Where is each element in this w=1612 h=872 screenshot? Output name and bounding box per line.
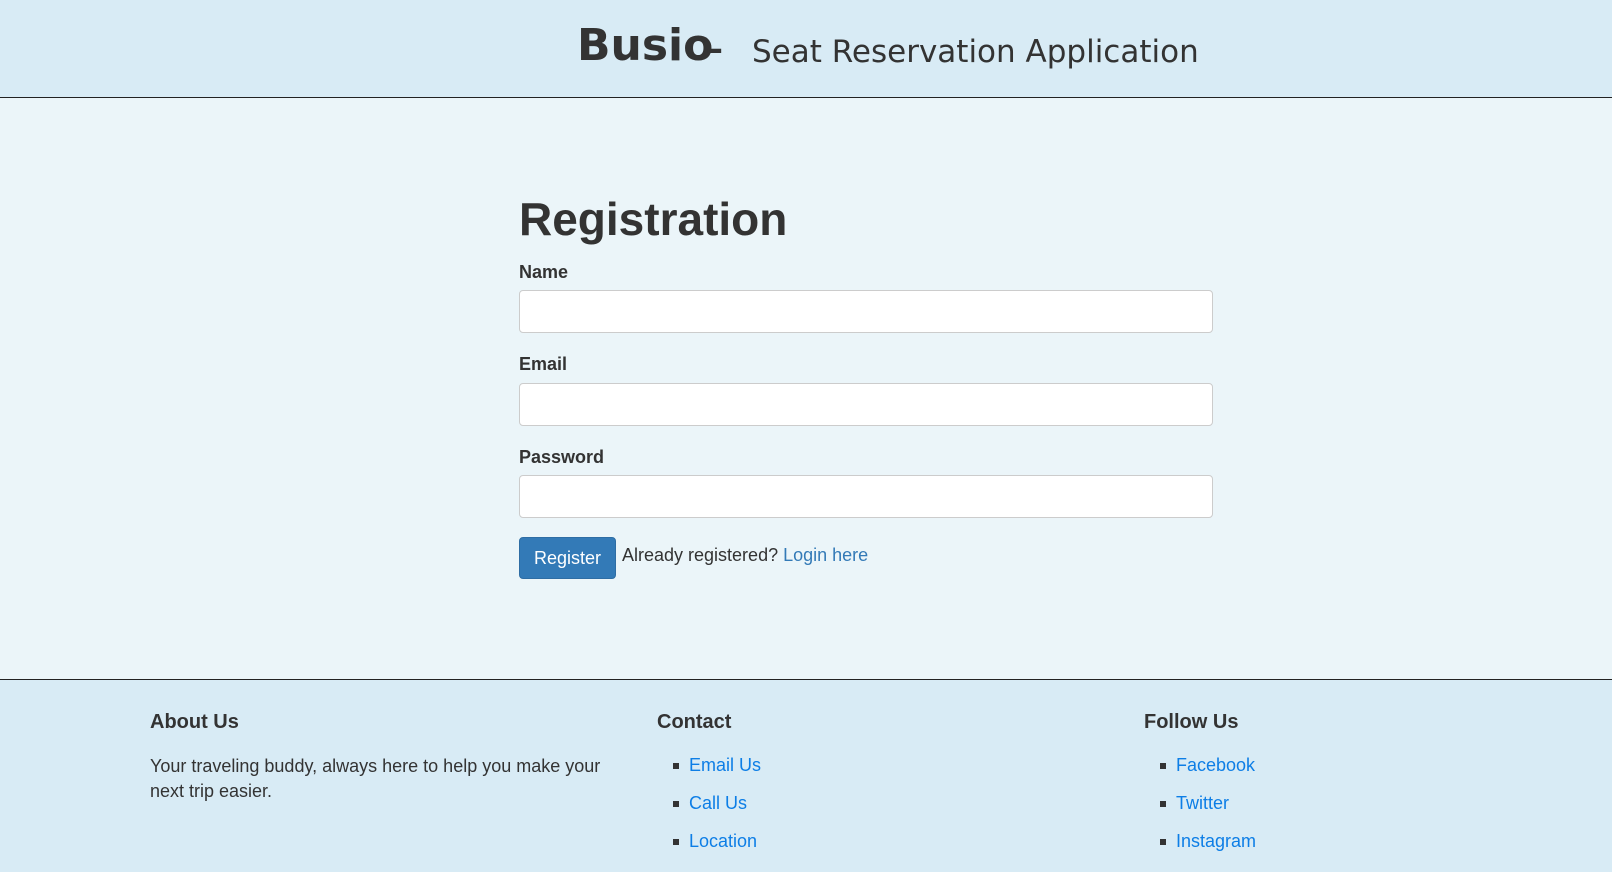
follow-heading: Follow Us — [1144, 711, 1239, 733]
password-input[interactable] — [519, 475, 1213, 518]
bullet-icon — [1160, 801, 1166, 807]
login-prompt: Already registered? Login here — [622, 545, 868, 566]
app-tagline: Seat Reservation Application — [752, 34, 1199, 70]
name-input[interactable] — [519, 290, 1213, 333]
password-label: Password — [519, 447, 605, 467]
twitter-link[interactable]: Twitter — [1176, 792, 1229, 814]
about-text: Your traveling buddy, always here to hel… — [150, 756, 601, 801]
title-separator: – — [706, 29, 723, 69]
facebook-link[interactable]: Facebook — [1176, 754, 1255, 776]
bullet-icon — [673, 839, 679, 845]
brand-logo[interactable]: Busio — [577, 20, 713, 71]
about-heading: About Us — [150, 711, 239, 733]
bullet-icon — [673, 801, 679, 807]
login-link[interactable]: Login here — [783, 545, 868, 565]
contact-heading: Contact — [657, 711, 732, 733]
register-button[interactable]: Register — [519, 537, 616, 579]
email-label: Email — [519, 354, 568, 374]
already-registered-text: Already registered? — [622, 545, 779, 565]
site-header: Busio – Seat Reservation Application — [0, 0, 1612, 98]
name-label: Name — [519, 262, 569, 282]
instagram-link[interactable]: Instagram — [1176, 830, 1256, 852]
location-link[interactable]: Location — [689, 830, 757, 852]
bullet-icon — [1160, 839, 1166, 845]
email-input[interactable] — [519, 383, 1213, 426]
bullet-icon — [673, 763, 679, 769]
page-title: Registration — [519, 193, 788, 245]
email-us-link[interactable]: Email Us — [689, 754, 761, 776]
call-us-link[interactable]: Call Us — [689, 792, 747, 814]
bullet-icon — [1160, 763, 1166, 769]
